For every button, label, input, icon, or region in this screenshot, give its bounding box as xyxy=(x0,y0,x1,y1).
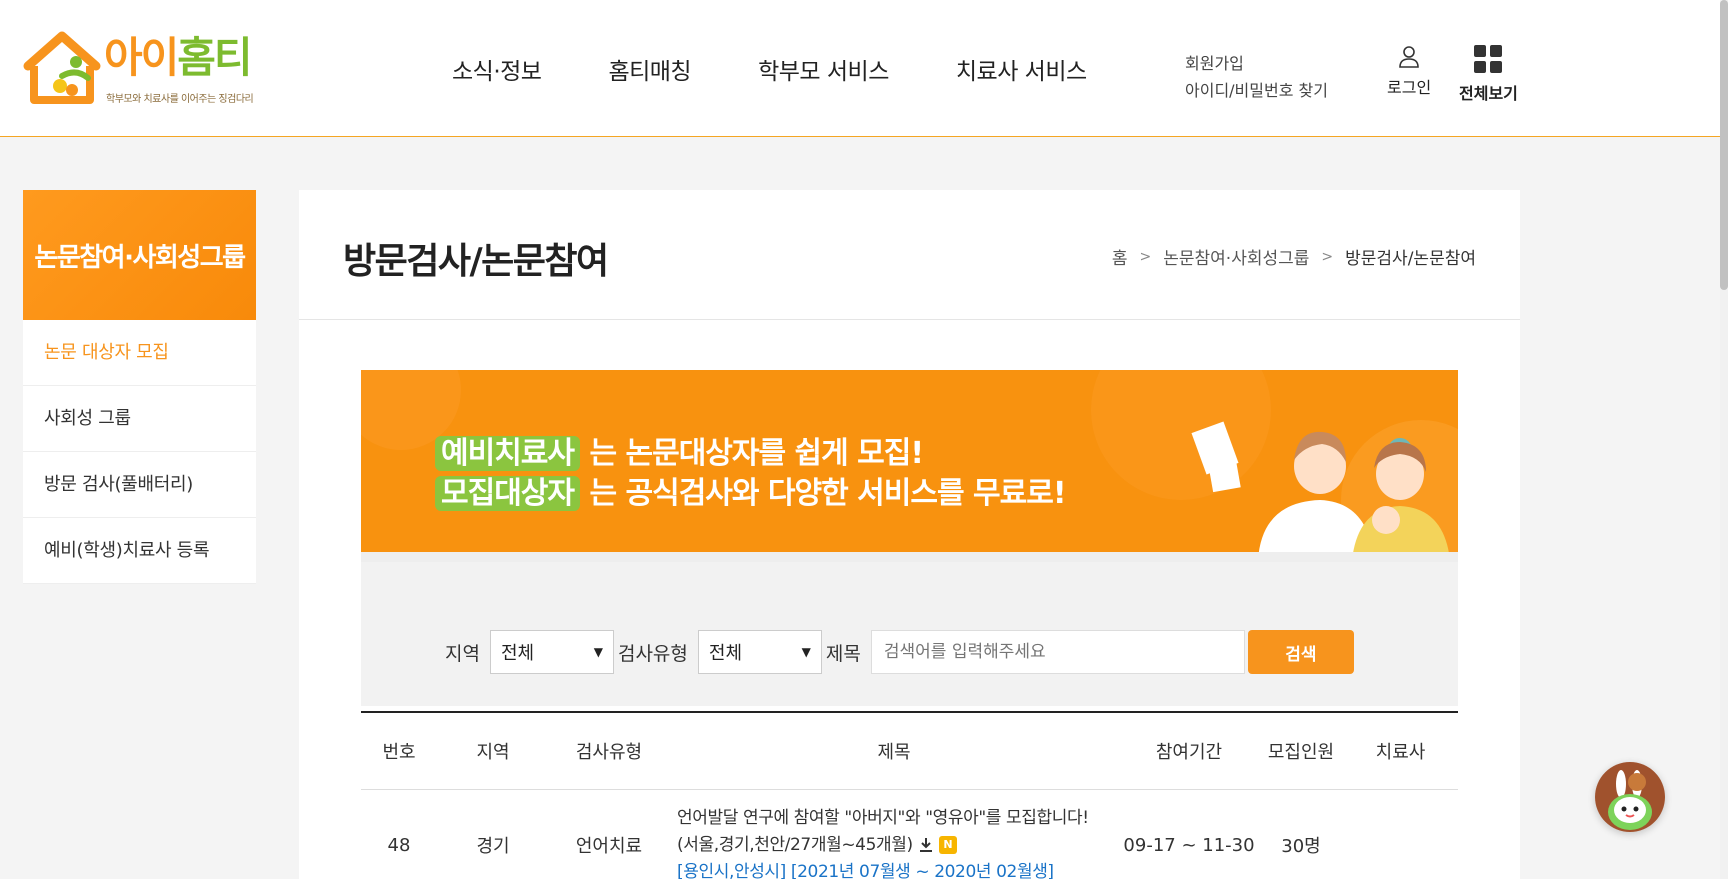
sidebar-item-student-register[interactable]: 예비(학생)치료사 등록 xyxy=(23,518,256,584)
sidebar: 논문참여·사회성그룹 논문 대상자 모집 사회성 그룹 방문 검사(풀배터리) … xyxy=(23,190,256,584)
search-input[interactable] xyxy=(870,630,1245,674)
banner-illustration xyxy=(1191,421,1450,560)
site-logo[interactable]: 아이홈티 학부모와 치료사를 이어주는 징검다리 xyxy=(22,30,272,108)
chevron-right-icon: > xyxy=(1321,248,1334,265)
main-content: 방문검사/논문참여 홈 > 논문참여·사회성그룹 > 방문검사/논문참여 예비치… xyxy=(299,190,1520,879)
col-title: 제목 xyxy=(877,742,911,763)
page-scrollbar[interactable] xyxy=(1720,0,1728,879)
login-button[interactable]: 로그인 xyxy=(1387,44,1431,98)
site-header: 아이홈티 학부모와 치료사를 이어주는 징검다리 소식·정보 홈티매칭 학부모 … xyxy=(0,0,1720,137)
row-region: 경기 xyxy=(476,836,510,857)
nav-therapist-service[interactable]: 치료사 서비스 xyxy=(956,52,1087,86)
grid-icon xyxy=(1474,45,1503,73)
breadcrumb: 홈 > 논문참여·사회성그룹 > 방문검사/논문참여 xyxy=(1112,244,1476,270)
sidebar-item-visit-test[interactable]: 방문 검사(풀배터리) xyxy=(23,452,256,518)
col-region: 지역 xyxy=(476,742,510,763)
row-title[interactable]: 언어발달 연구에 참여할 "아버지"와 "영유아"를 모집합니다! (서울,경기… xyxy=(669,805,1119,879)
col-count: 모집인원 xyxy=(1267,742,1335,763)
nav-parent-service[interactable]: 학부모 서비스 xyxy=(758,52,889,86)
banner-bottom-strip xyxy=(361,552,1458,562)
find-account-link[interactable]: 아이디/비밀번호 찾기 xyxy=(1185,77,1328,104)
chat-bot-button[interactable] xyxy=(1595,762,1665,832)
scrollbar-thumb[interactable] xyxy=(1720,0,1728,290)
sidebar-item-paper-recruit[interactable]: 논문 대상자 모집 xyxy=(23,320,256,386)
breadcrumb-category[interactable]: 논문참여·사회성그룹 xyxy=(1163,244,1309,269)
row-period: 09-17 ~ 11-30 xyxy=(1123,834,1255,856)
col-period: 참여기간 xyxy=(1155,742,1223,763)
recruit-table: 번호 지역 검사유형 제목 참여기간 모집인원 치료사 48 경기 언어치료 언… xyxy=(361,711,1458,879)
table-header: 번호 지역 검사유형 제목 참여기간 모집인원 치료사 xyxy=(361,713,1458,790)
signup-link[interactable]: 회원가입 xyxy=(1185,50,1328,77)
view-all-label: 전체보기 xyxy=(1459,84,1518,103)
logo-wordmark: 아이홈티 xyxy=(104,33,253,82)
nav-matching[interactable]: 홈티매칭 xyxy=(608,52,691,86)
search-row: 지역 전체 ▼ 검사유형 전체 ▼ 제목 검색 xyxy=(445,630,1354,674)
sidebar-item-social-group[interactable]: 사회성 그룹 xyxy=(23,386,256,452)
title-label: 제목 xyxy=(825,642,861,665)
test-type-select-value: 전체 xyxy=(708,643,743,664)
view-all-button[interactable]: 전체보기 xyxy=(1459,44,1518,104)
row-test-type: 언어치료 xyxy=(575,836,643,857)
search-panel: 지역 전체 ▼ 검사유형 전체 ▼ 제목 검색 xyxy=(361,562,1458,706)
row-number: 48 xyxy=(387,834,411,856)
col-test-type: 검사유형 xyxy=(575,742,643,763)
chevron-right-icon: > xyxy=(1139,248,1152,265)
col-number: 번호 xyxy=(382,742,416,763)
breadcrumb-current: 방문검사/논문참여 xyxy=(1345,249,1476,269)
page-header: 방문검사/논문참여 홈 > 논문참여·사회성그룹 > 방문검사/논문참여 xyxy=(299,190,1520,320)
row-title-line-2: (서울,경기,천안/27개월~45개월) N xyxy=(677,832,1119,859)
test-type-label: 검사유형 xyxy=(617,642,688,665)
promo-banner: 예비치료사 는 논문대상자를 쉽게 모집! 모집대상자 는 공식검사와 다양한 … xyxy=(361,370,1458,562)
region-select-value: 전체 xyxy=(500,643,535,664)
test-type-select[interactable]: 전체 ▼ xyxy=(697,630,822,674)
breadcrumb-home[interactable]: 홈 xyxy=(1112,244,1128,269)
table-row[interactable]: 48 경기 언어치료 언어발달 연구에 참여할 "아버지"와 "영유아"를 모집… xyxy=(361,790,1458,879)
row-title-tag: [용인시,안성시] [2021년 07월생 ~ 2020년 02월생] xyxy=(677,861,1054,879)
main-navigation: 소식·정보 홈티매칭 학부모 서비스 치료사 서비스 xyxy=(452,52,1154,86)
row-title-line-1[interactable]: 언어발달 연구에 참여할 "아버지"와 "영유아"를 모집합니다! xyxy=(677,805,1119,832)
house-logo-icon xyxy=(23,31,101,104)
new-badge: N xyxy=(938,835,957,854)
nav-news[interactable]: 소식·정보 xyxy=(452,52,542,86)
sidebar-title: 논문참여·사회성그룹 xyxy=(23,190,256,320)
member-links: 회원가입 아이디/비밀번호 찾기 xyxy=(1185,50,1328,104)
user-icon xyxy=(1399,46,1419,68)
banner-line-2: 모집대상자 는 공식검사와 다양한 서비스를 무료로! xyxy=(435,468,1067,512)
col-therapist: 치료사 xyxy=(1375,742,1426,763)
download-icon[interactable] xyxy=(918,837,934,853)
search-button[interactable]: 검색 xyxy=(1247,630,1354,674)
chevron-down-icon: ▼ xyxy=(593,645,603,659)
chevron-down-icon: ▼ xyxy=(801,645,811,659)
logo-tagline: 학부모와 치료사를 이어주는 징검다리 xyxy=(106,94,254,105)
sidebar-menu: 논문 대상자 모집 사회성 그룹 방문 검사(풀배터리) 예비(학생)치료사 등… xyxy=(23,320,256,584)
login-label: 로그인 xyxy=(1387,78,1432,97)
page-title: 방문검사/논문참여 xyxy=(343,241,609,282)
region-select[interactable]: 전체 ▼ xyxy=(489,630,614,674)
region-label: 지역 xyxy=(445,642,480,665)
bunny-mascot-icon xyxy=(1595,762,1665,832)
banner-line-1: 예비치료사 는 논문대상자를 쉽게 모집! xyxy=(435,428,924,472)
row-count: 30명 xyxy=(1281,836,1321,857)
